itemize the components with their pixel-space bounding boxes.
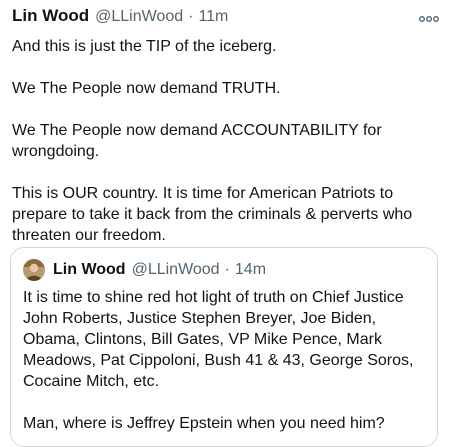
- author-handle[interactable]: @LLinWood: [95, 8, 183, 26]
- tweet-text: And this is just the TIP of the iceberg.…: [12, 38, 413, 244]
- quoted-tweet-header: Lin Wood @LLinWood · 14m: [23, 258, 266, 282]
- avatar[interactable]: [23, 259, 45, 281]
- quoted-separator-dot: ·: [224, 261, 230, 278]
- more-horizontal-icon: [419, 16, 439, 22]
- author-name[interactable]: Lin Wood: [12, 6, 89, 26]
- quoted-tweet-text: It is time to shine red hot light of tru…: [23, 289, 414, 432]
- more-options-button[interactable]: [416, 10, 442, 28]
- separator-dot: ·: [188, 8, 194, 25]
- avatar-image: [23, 259, 45, 281]
- tweet-timestamp[interactable]: 11m: [198, 8, 228, 26]
- quoted-author-name[interactable]: Lin Wood: [53, 261, 126, 279]
- quoted-tweet[interactable]: Lin Wood @LLinWood · 14m It is time to s…: [10, 247, 438, 447]
- tweet-header: Lin Wood @LLinWood · 11m: [12, 6, 228, 30]
- tweet[interactable]: Lin Wood @LLinWood · 11m And this is jus…: [0, 0, 450, 447]
- quoted-tweet-timestamp[interactable]: 14m: [235, 261, 266, 279]
- quoted-author-handle[interactable]: @LLinWood: [132, 261, 220, 279]
